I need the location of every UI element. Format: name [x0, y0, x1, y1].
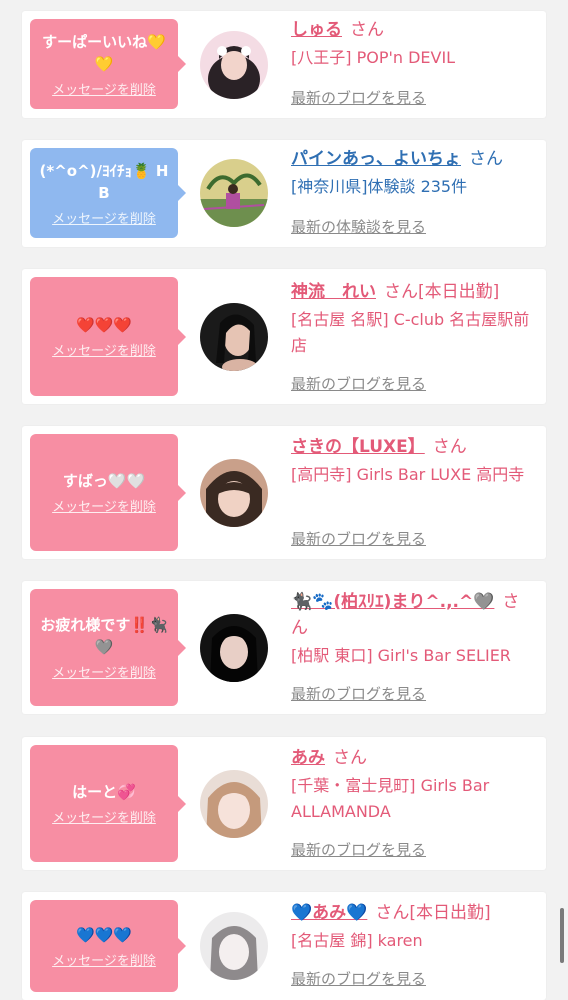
delete-message-link[interactable]: メッセージを削除 — [52, 662, 156, 681]
shop-info: [千葉・富士見町] Girls Bar ALLAMANDA — [291, 776, 490, 821]
message-bubble: (*^o^)/ﾖｲﾁｮ🍍 HB メッセージを削除 — [30, 148, 186, 238]
delete-message-link[interactable]: メッセージを削除 — [52, 79, 156, 98]
honorific: さん — [432, 437, 467, 457]
honorific: さん — [384, 282, 418, 302]
user-info: あみ さん [千葉・富士見町] Girls Bar ALLAMANDA — [291, 745, 536, 825]
user-name-link[interactable]: 神流 れい — [291, 282, 376, 302]
delete-message-link[interactable]: メッセージを削除 — [52, 496, 156, 515]
delete-message-link[interactable]: メッセージを削除 — [52, 340, 156, 359]
message-text: 💙💙💙 — [75, 925, 133, 944]
user-info: しゅる さん [八王子] POP'n DEVIL — [291, 17, 536, 71]
user-name-link[interactable]: 🐈‍⬛🐾(柏ｽﾘｴ)まり^.,.^🩶 — [291, 592, 494, 612]
message-text: はーと💞 — [72, 783, 136, 801]
honorific: さん — [469, 149, 503, 169]
message-bubble: お疲れ様です‼️🐈‍⬛🩶 メッセージを削除 — [30, 589, 186, 706]
avatar[interactable] — [200, 614, 268, 682]
on-duty-status: [本日出勤] — [409, 903, 491, 923]
avatar[interactable] — [200, 159, 268, 227]
message-card: すばっ🤍🤍 メッセージを削除 さきの【LUXE】 さん [高円寺] Girls B… — [22, 426, 546, 559]
delete-message-link[interactable]: メッセージを削除 — [52, 208, 156, 227]
avatar[interactable] — [200, 303, 268, 371]
shop-info: [名古屋 名駅] C-club 名古屋駅前店 — [291, 310, 530, 355]
shop-info: [高円寺] Girls Bar LUXE 高円寺 — [291, 465, 525, 484]
user-info: パインあっ、よいちょ さん [神奈川県]体験談 235件 — [291, 146, 536, 200]
message-bubble: ❤️❤️❤️ メッセージを削除 — [30, 277, 186, 396]
message-text: (*^o^)/ﾖｲﾁｮ🍍 HB — [39, 161, 169, 202]
message-card: お疲れ様です‼️🐈‍⬛🩶 メッセージを削除 🐈‍⬛🐾(柏ｽﾘｴ)まり^.,.^🩶… — [22, 581, 546, 714]
avatar[interactable] — [200, 770, 268, 838]
shop-info: [柏駅 東口] Girl's Bar SELIER — [291, 646, 511, 665]
avatar[interactable] — [200, 459, 268, 527]
message-text: すばっ🤍🤍 — [62, 472, 146, 490]
message-text: ❤️❤️❤️ — [75, 316, 133, 334]
avatar[interactable] — [200, 31, 268, 99]
latest-review-link[interactable]: 最新の体験談を見る — [291, 216, 426, 237]
user-name-link[interactable]: さきの【LUXE】 — [291, 437, 425, 457]
user-name-link[interactable]: しゅる — [291, 20, 342, 40]
message-bubble: すばっ🤍🤍 メッセージを削除 — [30, 434, 186, 551]
honorific: さん — [375, 903, 410, 923]
message-card: (*^o^)/ﾖｲﾁｮ🍍 HB メッセージを削除 パインあっ、よいちょ さん [神… — [22, 140, 546, 247]
message-bubble: はーと💞 メッセージを削除 — [30, 745, 186, 862]
shop-info: [八王子] POP'n DEVIL — [291, 48, 456, 67]
user-name-link[interactable]: 💙あみ💙 — [291, 903, 367, 923]
shop-info: [名古屋 錦] karen — [291, 931, 423, 950]
user-info: さきの【LUXE】 さん [高円寺] Girls Bar LUXE 高円寺 — [291, 434, 536, 488]
delete-message-link[interactable]: メッセージを削除 — [52, 950, 156, 969]
user-info: 神流 れい さん[本日出勤] [名古屋 名駅] C-club 名古屋駅前店 — [291, 279, 536, 359]
message-text: お疲れ様です‼️🐈‍⬛🩶 — [40, 616, 168, 656]
on-duty-status: [本日出勤] — [418, 282, 500, 302]
honorific: さん — [333, 748, 367, 768]
scrollbar[interactable] — [560, 908, 564, 963]
message-card: 💙💙💙 メッセージを削除 💙あみ💙 さん[本日出勤] [名古屋 錦] karen … — [22, 892, 546, 1000]
latest-blog-link[interactable]: 最新のブログを見る — [291, 87, 426, 108]
latest-blog-link[interactable]: 最新のブログを見る — [291, 528, 426, 549]
shop-info: [神奈川県]体験談 235件 — [291, 177, 468, 196]
latest-blog-link[interactable]: 最新のブログを見る — [291, 373, 426, 394]
message-bubble: 💙💙💙 メッセージを削除 — [30, 900, 186, 992]
message-card: はーと💞 メッセージを削除 あみ さん [千葉・富士見町] Girls Bar A… — [22, 737, 546, 870]
user-info: 🐈‍⬛🐾(柏ｽﾘｴ)まり^.,.^🩶 さん [柏駅 東口] Girl's Bar … — [291, 589, 536, 669]
latest-blog-link[interactable]: 最新のブログを見る — [291, 683, 426, 704]
message-text: すーぱーいいね💛💛 — [42, 32, 166, 73]
delete-message-link[interactable]: メッセージを削除 — [52, 807, 156, 826]
user-name-link[interactable]: パインあっ、よいちょ — [291, 149, 461, 169]
message-bubble: すーぱーいいね💛💛 メッセージを削除 — [30, 19, 186, 109]
message-card: すーぱーいいね💛💛 メッセージを削除 しゅる さん [八王子] POP'n DEV… — [22, 11, 546, 118]
user-name-link[interactable]: あみ — [291, 748, 325, 768]
honorific: さん — [350, 20, 384, 40]
latest-blog-link[interactable]: 最新のブログを見る — [291, 839, 426, 860]
avatar[interactable] — [200, 912, 268, 980]
latest-blog-link[interactable]: 最新のブログを見る — [291, 968, 426, 989]
message-card: ❤️❤️❤️ メッセージを削除 神流 れい さん[本日出勤] [名古屋 名駅] C… — [22, 269, 546, 404]
user-info: 💙あみ💙 さん[本日出勤] [名古屋 錦] karen — [291, 900, 536, 954]
